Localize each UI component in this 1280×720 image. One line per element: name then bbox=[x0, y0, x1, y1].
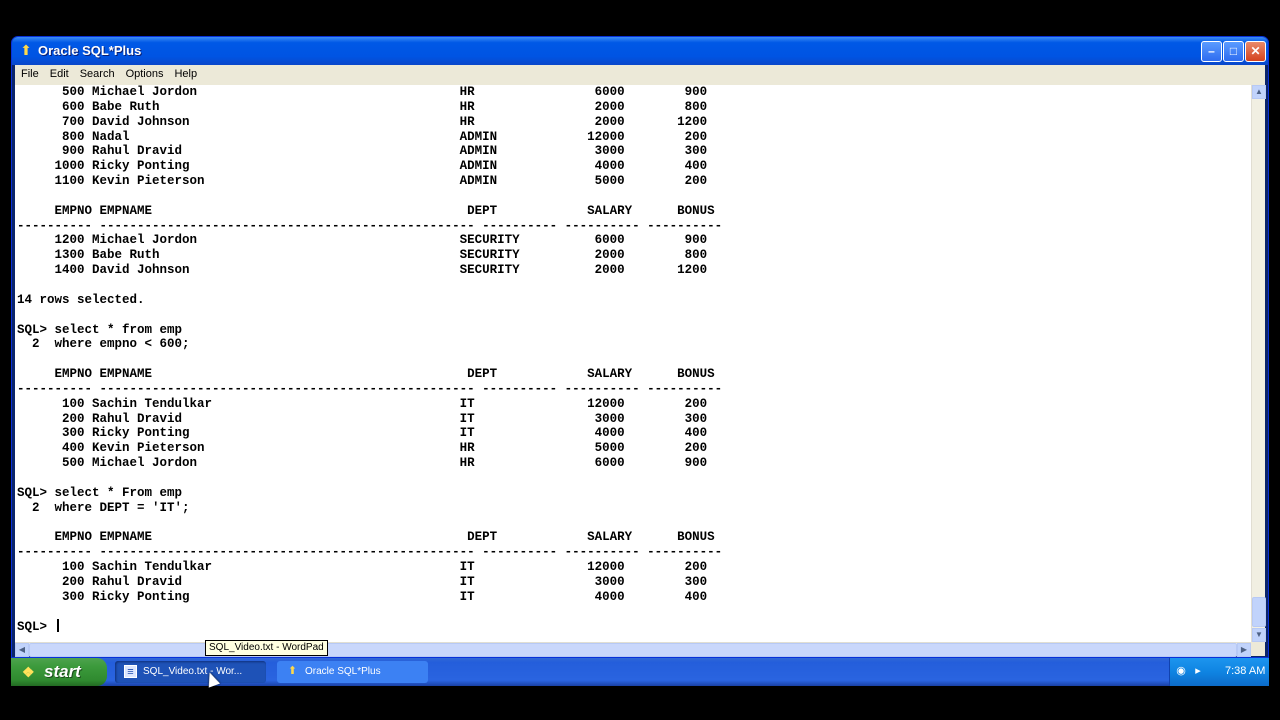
taskbar-button-label: SQL_Video.txt - Wor... bbox=[143, 666, 243, 677]
vertical-scroll-thumb[interactable] bbox=[1252, 597, 1266, 627]
console-line: 300 Ricky Ponting IT 4000 400 bbox=[62, 589, 708, 604]
console-line: 1400 David Johnson SECURITY 2000 1200 bbox=[54, 263, 708, 278]
console-line: 1100 Kevin Pieterson ADMIN 5000 200 bbox=[54, 174, 708, 189]
console-line: 500 Michael Jordon HR 6000 900 bbox=[62, 85, 708, 99]
scrollbar-corner bbox=[1251, 642, 1265, 656]
sql-prompt: SQL> bbox=[17, 620, 55, 635]
text-cursor bbox=[56, 619, 59, 633]
scroll-right-icon[interactable]: ▶ bbox=[1237, 643, 1251, 657]
console-text: 500 Michael Jordon HR 6000 900 600 Babe … bbox=[17, 85, 722, 635]
maximize-button[interactable]: □ bbox=[1223, 41, 1244, 62]
console-line: 1200 Michael Jordon SECURITY 6000 900 bbox=[54, 233, 708, 248]
console-line: ---------- -----------------------------… bbox=[17, 381, 723, 396]
sqlplus-window: ⬆ Oracle SQL*Plus – □ ✕ File Edit Search Op… bbox=[11, 36, 1269, 658]
close-button[interactable]: ✕ bbox=[1245, 41, 1266, 62]
system-tray: ◉ ▸ 7:38 AM bbox=[1169, 658, 1269, 686]
console-line: 14 rows selected. bbox=[17, 292, 145, 307]
sqlplus-icon: ⬆ bbox=[287, 665, 298, 677]
console-line: 200 Rahul Dravid IT 3000 300 bbox=[62, 574, 708, 589]
taskbar-button-wordpad[interactable]: ≡ SQL_Video.txt - Wor... bbox=[115, 661, 266, 683]
menu-edit[interactable]: Edit bbox=[44, 65, 74, 85]
console-line: 800 Nadal ADMIN 12000 200 bbox=[62, 129, 708, 144]
wordpad-icon: ≡ bbox=[124, 665, 137, 678]
console-line: EMPNO EMPNAME DEPT SALARY BONUS bbox=[54, 530, 715, 545]
title-bar[interactable]: ⬆ Oracle SQL*Plus – □ ✕ bbox=[12, 37, 1268, 65]
console-line: 600 Babe Ruth HR 2000 800 bbox=[62, 99, 708, 114]
scroll-down-icon[interactable]: ▼ bbox=[1252, 628, 1266, 642]
clock[interactable]: 7:38 AM bbox=[1225, 665, 1265, 677]
windows-flag-icon: ❖ bbox=[22, 664, 35, 680]
menu-file[interactable]: File bbox=[15, 65, 44, 85]
taskbar: ❖ start ≡ SQL_Video.txt - Wor... ⬆ Oracl… bbox=[11, 658, 1269, 686]
console-line: 2 where empno < 600; bbox=[32, 337, 190, 352]
menu-search[interactable]: Search bbox=[74, 65, 120, 85]
console-line: 300 Ricky Ponting IT 4000 400 bbox=[62, 426, 708, 441]
console-line: ---------- -----------------------------… bbox=[17, 218, 723, 233]
menu-options[interactable]: Options bbox=[120, 65, 169, 85]
console-line: EMPNO EMPNAME DEPT SALARY BONUS bbox=[54, 203, 715, 218]
taskbar-button-sqlplus[interactable]: ⬆ Oracle SQL*Plus bbox=[277, 661, 428, 683]
network-icon[interactable]: ◉ bbox=[1174, 664, 1188, 678]
console-line: 100 Sachin Tendulkar IT 12000 200 bbox=[62, 396, 708, 411]
console-line: 200 Rahul Dravid IT 3000 300 bbox=[62, 411, 708, 426]
console-line: 1000 Ricky Ponting ADMIN 4000 400 bbox=[54, 159, 708, 174]
sqlplus-app-icon: ⬆ bbox=[20, 42, 32, 58]
console-area: 500 Michael Jordon HR 6000 900 600 Babe … bbox=[15, 85, 1266, 657]
minimize-button[interactable]: – bbox=[1201, 41, 1222, 62]
console-line: ---------- -----------------------------… bbox=[17, 545, 723, 560]
console-line: 1300 Babe Ruth SECURITY 2000 800 bbox=[54, 248, 708, 263]
scroll-up-icon[interactable]: ▲ bbox=[1252, 85, 1266, 99]
console-line: EMPNO EMPNAME DEPT SALARY BONUS bbox=[54, 367, 715, 382]
volume-icon[interactable]: ▸ bbox=[1191, 664, 1205, 678]
start-label: start bbox=[44, 662, 81, 681]
window-title: Oracle SQL*Plus bbox=[38, 43, 142, 58]
menu-bar: File Edit Search Options Help bbox=[15, 65, 1265, 85]
scroll-left-icon[interactable]: ◀ bbox=[15, 643, 29, 657]
taskbar-tooltip: SQL_Video.txt - WordPad bbox=[205, 640, 328, 656]
horizontal-scrollbar[interactable]: ◀ ▶ bbox=[15, 642, 1251, 657]
console-output[interactable]: 500 Michael Jordon HR 6000 900 600 Babe … bbox=[15, 85, 1251, 642]
menu-help[interactable]: Help bbox=[168, 65, 202, 85]
console-line: SQL> select * from emp bbox=[17, 322, 183, 337]
console-line: 100 Sachin Tendulkar IT 12000 200 bbox=[62, 560, 708, 574]
vertical-scrollbar[interactable]: ▲ ▼ bbox=[1251, 85, 1266, 642]
start-button[interactable]: ❖ start bbox=[11, 658, 107, 686]
taskbar-button-label: Oracle SQL*Plus bbox=[305, 666, 381, 677]
console-line: 2 where DEPT = 'IT'; bbox=[32, 500, 190, 515]
console-line: SQL> select * From emp bbox=[17, 485, 183, 500]
console-line: 900 Rahul Dravid ADMIN 3000 300 bbox=[62, 144, 708, 159]
console-line: 500 Michael Jordon HR 6000 900 bbox=[62, 456, 708, 471]
console-line: 700 David Johnson HR 2000 1200 bbox=[62, 114, 708, 129]
console-line: 400 Kevin Pieterson HR 5000 200 bbox=[62, 441, 708, 456]
